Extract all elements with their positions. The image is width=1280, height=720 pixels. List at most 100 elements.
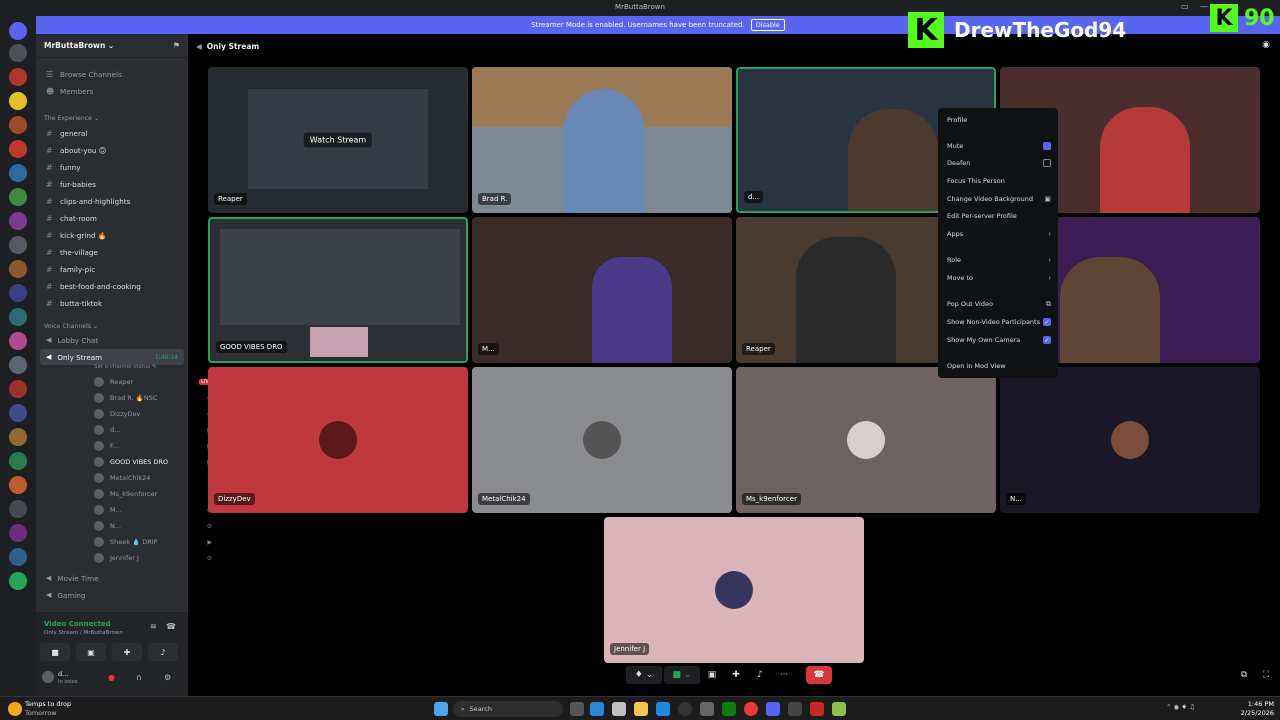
task-view-icon[interactable] xyxy=(570,702,584,716)
voice-movie-time[interactable]: ◀ Movie Time xyxy=(40,570,184,586)
weather-line1[interactable]: Temps to drop xyxy=(25,700,71,708)
headphones-icon[interactable]: ∩ xyxy=(136,673,142,682)
video-tile[interactable]: MetalChik24 xyxy=(472,367,732,513)
edge-icon[interactable] xyxy=(656,702,670,716)
more-button[interactable]: ··· xyxy=(776,666,792,684)
clock-time[interactable]: 1:46 PM xyxy=(1238,700,1274,708)
server-icon[interactable] xyxy=(9,548,27,566)
menu-show-own-camera[interactable]: Show My Own Camera ✓ xyxy=(947,334,1051,346)
server-icon[interactable] xyxy=(9,68,27,86)
voice-user[interactable]: MetalChik24 xyxy=(94,470,218,486)
video-tile[interactable]: Watch Stream Reaper xyxy=(208,67,468,213)
voice-user[interactable]: Reaper LIVE xyxy=(94,374,218,390)
channel-kick-grind[interactable]: # kick-grind 🔥 xyxy=(36,227,188,243)
menu-show-non-video[interactable]: Show Non-Video Participants ✓ xyxy=(947,316,1051,328)
watch-stream-button[interactable]: Watch Stream xyxy=(303,132,373,148)
add-friend-icon[interactable]: ⚑ xyxy=(173,41,180,50)
channel-status-hint[interactable]: Set a channel status ✎ xyxy=(94,364,157,370)
disable-button[interactable]: Disable xyxy=(750,19,785,31)
server-icon[interactable] xyxy=(9,404,27,422)
menu-role[interactable]: Role › xyxy=(947,254,1051,266)
voice-lobby-chat[interactable]: ◀ Lobby Chat xyxy=(40,332,184,348)
server-icon[interactable] xyxy=(9,44,27,62)
mic-icon[interactable]: ● xyxy=(108,673,115,682)
server-name[interactable]: MrButtaBrown ⌄ ⚑ xyxy=(36,34,188,58)
server-icon[interactable] xyxy=(9,22,27,40)
menu-profile[interactable]: Profile xyxy=(947,114,1051,126)
server-icon[interactable] xyxy=(9,452,27,470)
server-icon[interactable] xyxy=(9,236,27,254)
inbox-icon[interactable]: ▭ xyxy=(1181,2,1189,11)
minimize-icon[interactable]: — xyxy=(1200,2,1208,11)
server-icon[interactable] xyxy=(9,260,27,278)
channel-chat-room[interactable]: # chat-room xyxy=(36,210,188,226)
voice-user[interactable]: Brad R. 🔥NSC⊘ xyxy=(94,390,218,406)
server-icon[interactable] xyxy=(9,140,27,158)
screen-share-button[interactable]: ▣ xyxy=(704,666,720,684)
channel-best-food[interactable]: # best-food-and-cooking xyxy=(36,278,188,294)
avatar[interactable] xyxy=(42,671,54,683)
channel-general[interactable]: # general xyxy=(36,125,188,141)
server-icon[interactable] xyxy=(9,524,27,542)
voice-only-stream[interactable]: ◀ Only Stream 1:40:14 xyxy=(40,349,184,365)
weather-icon[interactable] xyxy=(8,702,22,716)
app-icon[interactable] xyxy=(788,702,802,716)
mic-button[interactable]: ♦ ⌄ xyxy=(626,666,662,684)
chat-icon[interactable]: ◉ xyxy=(1262,40,1270,50)
app-icon[interactable] xyxy=(590,702,604,716)
menu-focus[interactable]: Focus This Person xyxy=(947,175,1051,187)
channel-family-pic[interactable]: # family-pic xyxy=(36,261,188,277)
server-icon[interactable] xyxy=(9,500,27,518)
menu-change-background[interactable]: Change Video Background ▣ xyxy=(947,193,1051,205)
server-icon[interactable] xyxy=(9,428,27,446)
server-icon[interactable] xyxy=(9,116,27,134)
app-icon[interactable] xyxy=(678,702,692,716)
voice-user[interactable]: DizzyDev⊘ xyxy=(94,406,218,422)
channel-fur-babies[interactable]: # fur-babies xyxy=(36,176,188,192)
checkbox[interactable]: ✓ xyxy=(1043,336,1051,344)
fullscreen-button[interactable]: ⛶ xyxy=(1258,666,1274,684)
server-icon[interactable] xyxy=(9,164,27,182)
start-icon[interactable] xyxy=(434,702,448,716)
video-tile[interactable]: N... xyxy=(1000,367,1260,513)
menu-move-to[interactable]: Move to › xyxy=(947,272,1051,284)
channel-about-you[interactable]: # about-you 🙃 xyxy=(36,142,188,158)
disconnect-icon[interactable]: ☎ xyxy=(166,622,176,631)
browse-channels[interactable]: ☰ Browse Channels xyxy=(36,66,188,82)
channel-funny[interactable]: # funny xyxy=(36,159,188,175)
voice-user[interactable]: Ms_k9enforcer♫ xyxy=(94,486,218,502)
noise-suppression-icon[interactable]: ≋ xyxy=(150,622,157,631)
tray-icons[interactable]: ⌃ ◉ ♦ ♫ xyxy=(1166,703,1195,711)
video-tile[interactable]: Brad R. xyxy=(472,67,732,213)
menu-edit-profile[interactable]: Edit Per-server Profile xyxy=(947,210,1051,222)
video-tile[interactable]: DizzyDev xyxy=(208,367,468,513)
soundboard-button[interactable]: ♪ xyxy=(752,666,768,684)
menu-mute[interactable]: Mute xyxy=(947,140,1051,152)
activities-button[interactable]: ✚ xyxy=(728,666,744,684)
voice-user[interactable]: F...▶ xyxy=(94,438,218,454)
server-icon[interactable] xyxy=(9,356,27,374)
checkbox[interactable] xyxy=(1043,142,1051,150)
screen-share-button[interactable]: ▣ xyxy=(76,643,106,661)
voice-user[interactable]: d...▶ xyxy=(94,422,218,438)
camera-button[interactable]: ■ xyxy=(40,643,70,661)
taskbar-search[interactable]: ⌕ Search xyxy=(453,701,563,717)
video-tile[interactable]: Jennifer J xyxy=(604,517,864,663)
menu-apps[interactable]: Apps › xyxy=(947,228,1051,240)
menu-deafen[interactable]: Deafen xyxy=(947,157,1051,169)
voice-gaming[interactable]: ◀ Gaming xyxy=(40,587,184,603)
category-header[interactable]: The Experience ⌄ xyxy=(44,115,99,122)
members[interactable]: ☻ Members xyxy=(36,83,188,99)
file-explorer-icon[interactable] xyxy=(634,702,648,716)
server-icon[interactable] xyxy=(9,332,27,350)
server-icon[interactable] xyxy=(9,212,27,230)
pop-out-button[interactable]: ⧉ xyxy=(1236,666,1252,684)
server-icon[interactable] xyxy=(9,188,27,206)
server-icon[interactable] xyxy=(9,92,27,110)
voice-user[interactable]: N... ⊘ xyxy=(94,518,218,534)
app-icon[interactable] xyxy=(700,702,714,716)
discord-icon[interactable] xyxy=(766,702,780,716)
checkbox[interactable] xyxy=(1043,159,1051,167)
server-icon[interactable] xyxy=(9,476,27,494)
menu-pop-out[interactable]: Pop Out Video ⧉ xyxy=(947,298,1051,310)
